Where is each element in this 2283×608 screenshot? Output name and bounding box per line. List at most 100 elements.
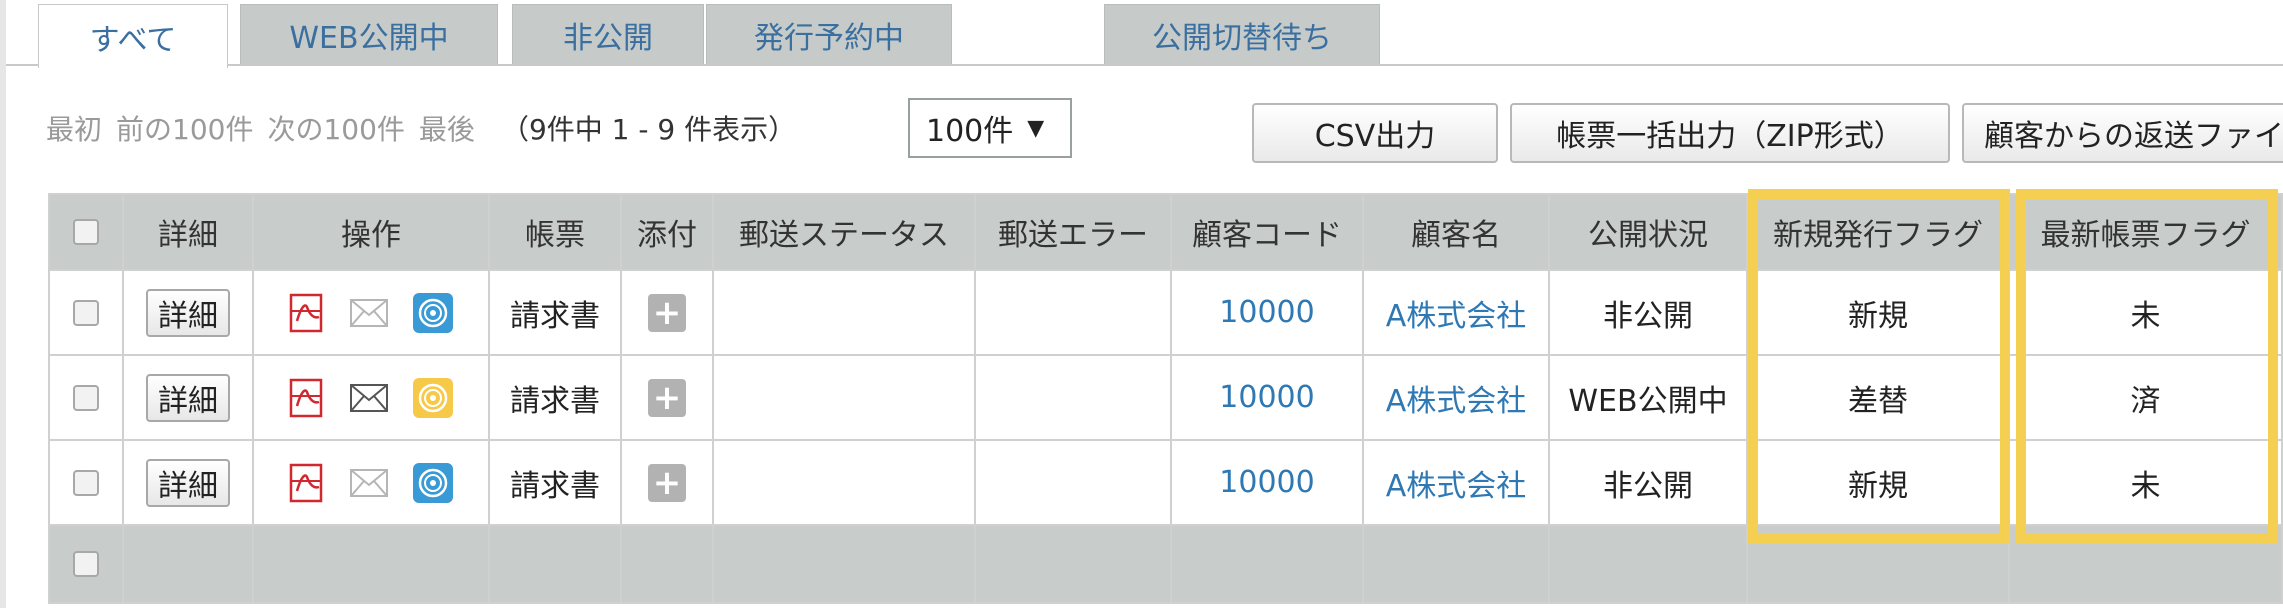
detail-cell: 詳細 [124, 356, 254, 441]
header-publish-status: 公開状況 [1550, 193, 1748, 271]
attachment-cell: + [622, 441, 714, 526]
detail-cell: 詳細 [124, 441, 254, 526]
row-checkbox[interactable] [73, 469, 99, 496]
pager-count: （9件中 1 - 9 件表示） [500, 113, 797, 146]
new-issue-flag-cell: 新規 [1748, 271, 2010, 356]
footer-cell [254, 526, 490, 604]
page-left-border [0, 0, 6, 608]
row-select-cell [48, 441, 124, 526]
dropdown-arrow-icon: ▼ [1027, 115, 1045, 141]
footer-cell [1364, 526, 1550, 604]
pager-first-link: 最初 [46, 113, 103, 146]
footer-cell [1172, 526, 1364, 604]
footer-cell [2010, 526, 2283, 604]
row-select-cell [48, 356, 124, 441]
publish-status-cell: 非公開 [1550, 271, 1748, 356]
add-attachment-icon[interactable]: + [648, 293, 686, 332]
zip-export-button[interactable]: 帳票一括出力（ZIP形式） [1510, 103, 1950, 163]
operations-cell [254, 271, 490, 356]
row-checkbox[interactable] [73, 551, 99, 577]
detail-button[interactable]: 詳細 [146, 288, 230, 337]
header-document: 帳票 [490, 193, 622, 271]
header-latest-doc-flag: 最新帳票フラグ [2010, 193, 2283, 271]
customer-name-link[interactable]: A株式会社 [1364, 271, 1550, 356]
tab-private[interactable]: 非公開 [512, 4, 704, 64]
footer-cell [490, 526, 622, 604]
header-customer-code: 顧客コード [1172, 193, 1364, 271]
row-checkbox[interactable] [73, 219, 99, 245]
web-yellow-icon[interactable] [411, 376, 455, 420]
footer-select-all[interactable] [48, 526, 124, 604]
footer-cell [714, 526, 976, 604]
detail-button[interactable]: 詳細 [146, 458, 230, 507]
publish-status-cell: 非公開 [1550, 441, 1748, 526]
customer-name-link[interactable]: A株式会社 [1364, 356, 1550, 441]
pager: 最初 前の100件 次の100件 最後 （9件中 1 - 9 件表示） [46, 108, 796, 148]
new-issue-flag-cell: 新規 [1748, 441, 2010, 526]
header-attachment: 添付 [622, 193, 714, 271]
tab-pending-switch[interactable]: 公開切替待ち [1104, 4, 1380, 64]
latest-doc-flag-cell: 未 [2010, 441, 2283, 526]
tab-all[interactable]: すべて [38, 4, 228, 68]
operation-icons [287, 291, 455, 335]
latest-doc-flag-cell: 未 [2010, 271, 2283, 356]
tab-scheduled[interactable]: 発行予約中 [706, 4, 952, 64]
web-blue-icon[interactable] [411, 461, 455, 505]
page-size-select[interactable]: 100件 ▼ [908, 98, 1072, 158]
header-operations: 操作 [254, 193, 490, 271]
postal-status-cell [714, 271, 976, 356]
customer-code-link[interactable]: 10000 [1172, 271, 1364, 356]
footer-cell [124, 526, 254, 604]
tab-panel-border [6, 64, 2283, 66]
postal-error-cell [976, 271, 1172, 356]
pdf-icon[interactable] [287, 378, 327, 418]
mail-disabled-icon[interactable] [349, 298, 389, 328]
new-issue-flag-cell: 差替 [1748, 356, 2010, 441]
header-new-issue-flag: 新規発行フラグ [1748, 193, 2010, 271]
postal-status-cell [714, 441, 976, 526]
header-postal-error: 郵送エラー [976, 193, 1172, 271]
footer-cell [1748, 526, 2010, 604]
add-attachment-icon[interactable]: + [648, 463, 686, 502]
pager-prev-link: 前の100件 [116, 113, 254, 146]
document-type-cell: 請求書 [490, 356, 622, 441]
customer-code-link[interactable]: 10000 [1172, 356, 1364, 441]
postal-error-cell [976, 441, 1172, 526]
attachment-cell: + [622, 356, 714, 441]
header-select-all[interactable] [48, 193, 124, 271]
detail-button[interactable]: 詳細 [146, 373, 230, 422]
document-type-cell: 請求書 [490, 441, 622, 526]
web-blue-icon[interactable] [411, 291, 455, 335]
row-checkbox[interactable] [73, 384, 99, 411]
pdf-icon[interactable] [287, 463, 327, 503]
footer-cell [976, 526, 1172, 604]
pager-next-link: 次の100件 [267, 113, 405, 146]
row-checkbox[interactable] [73, 299, 99, 326]
footer-cell [1550, 526, 1748, 604]
page-size-value: 100件 [926, 114, 1014, 149]
publish-status-cell: WEB公開中 [1550, 356, 1748, 441]
pdf-icon[interactable] [287, 293, 327, 333]
header-postal-status: 郵送ステータス [714, 193, 976, 271]
document-type-cell: 請求書 [490, 271, 622, 356]
customer-name-link[interactable]: A株式会社 [1364, 441, 1550, 526]
postal-status-cell [714, 356, 976, 441]
detail-cell: 詳細 [124, 271, 254, 356]
mail-icon[interactable] [349, 383, 389, 413]
return-file-button[interactable]: 顧客からの返送ファイル [1962, 103, 2283, 163]
attachment-cell: + [622, 271, 714, 356]
postal-error-cell [976, 356, 1172, 441]
mail-disabled-icon[interactable] [349, 468, 389, 498]
add-attachment-icon[interactable]: + [648, 378, 686, 417]
header-detail: 詳細 [124, 193, 254, 271]
tab-web-published[interactable]: WEB公開中 [240, 4, 498, 64]
customer-code-link[interactable]: 10000 [1172, 441, 1364, 526]
pager-last-link: 最後 [418, 113, 475, 146]
operation-icons [287, 376, 455, 420]
header-customer-name: 顧客名 [1364, 193, 1550, 271]
operations-cell [254, 356, 490, 441]
latest-doc-flag-cell: 済 [2010, 356, 2283, 441]
operation-icons [287, 461, 455, 505]
operations-cell [254, 441, 490, 526]
csv-export-button[interactable]: CSV出力 [1252, 103, 1498, 163]
